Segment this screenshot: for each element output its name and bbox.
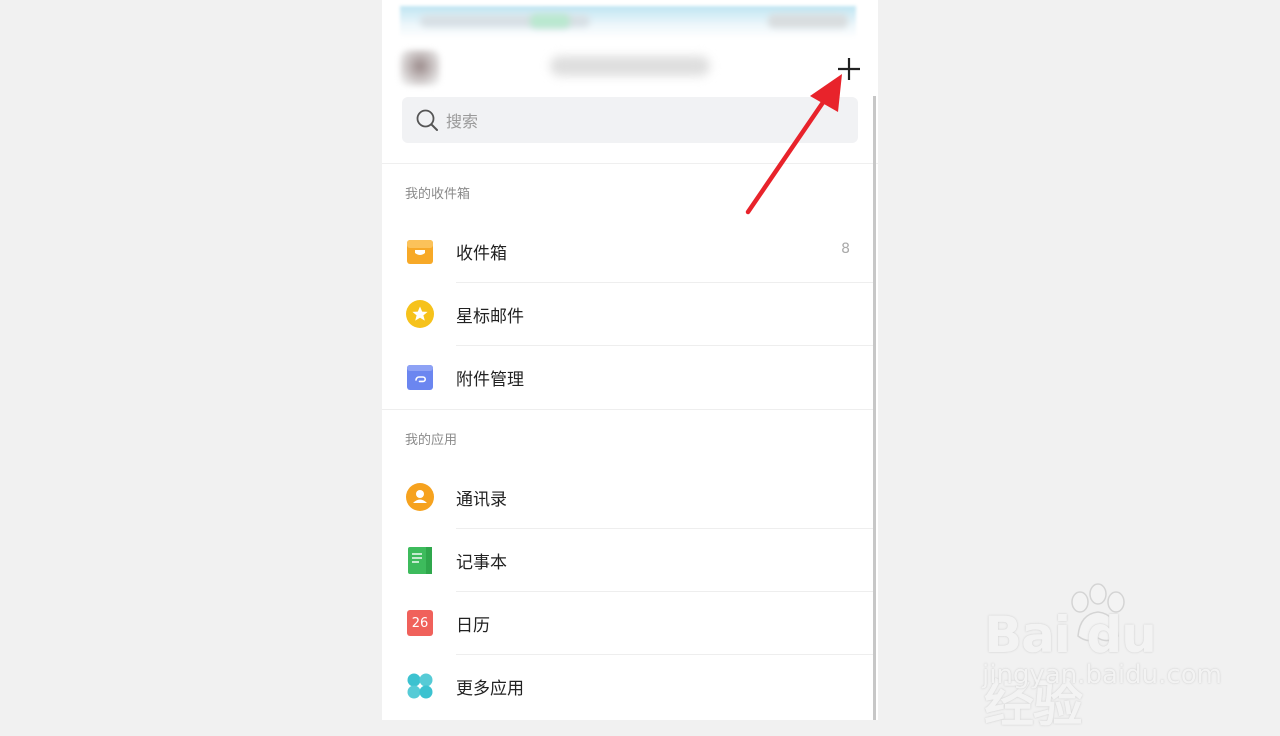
list-item-calendar[interactable]: 26 日历 <box>382 592 876 655</box>
list-item-label: 收件箱 <box>456 244 507 264</box>
notepad-icon <box>408 547 432 574</box>
inbox-tray-icon <box>407 240 433 264</box>
list-item-notepad[interactable]: 记事本 <box>382 529 876 592</box>
section-title-apps: 我的应用 <box>405 433 458 448</box>
blurred-account-email <box>550 56 710 76</box>
search-input[interactable] <box>444 97 828 145</box>
avatar[interactable] <box>400 50 440 86</box>
blurred-header-strip <box>400 6 856 38</box>
list-item-inbox[interactable]: 收件箱 8 <box>382 220 876 283</box>
list-item-label: 附件管理 <box>456 370 524 390</box>
divider <box>382 409 876 410</box>
list-item-starred[interactable]: 星标邮件 <box>382 283 876 346</box>
attachment-icon <box>407 365 433 390</box>
mail-sidebar: 我的收件箱 收件箱 8 星标邮件 附件管理 我的应用 <box>382 0 878 720</box>
plus-icon <box>838 58 860 80</box>
list-item-attachments[interactable]: 附件管理 <box>382 346 876 409</box>
unread-count: 8 <box>841 241 850 257</box>
list-item-contacts[interactable]: 通讯录 <box>382 466 876 529</box>
list-item-label: 日历 <box>456 616 490 636</box>
scrollbar[interactable] <box>873 96 876 720</box>
add-button[interactable] <box>834 54 864 84</box>
watermark: Bai du 经验 jingyan.baidu.com <box>980 578 1222 733</box>
list-item-label: 记事本 <box>456 553 507 573</box>
calendar-day: 26 <box>411 616 429 631</box>
list-item-more-apps[interactable]: 更多应用 <box>382 655 876 718</box>
contacts-icon <box>406 483 434 511</box>
divider <box>382 163 878 164</box>
list-item-label: 星标邮件 <box>456 307 524 327</box>
list-item-label: 通讯录 <box>456 490 507 510</box>
account-row[interactable] <box>400 46 710 88</box>
watermark-url: jingyan.baidu.com <box>982 660 1222 690</box>
list-item-label: 更多应用 <box>456 679 524 699</box>
more-apps-icon <box>407 673 433 699</box>
calendar-icon: 26 <box>407 610 433 636</box>
section-title-mailbox: 我的收件箱 <box>405 187 471 202</box>
star-icon <box>406 300 434 328</box>
search-icon <box>416 109 438 131</box>
search-box[interactable] <box>402 97 858 145</box>
